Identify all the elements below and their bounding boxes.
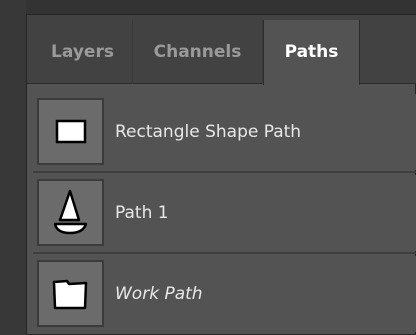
panel-tabbar: Layers Channels Paths	[27, 15, 416, 85]
row-divider	[33, 252, 416, 254]
path-row-work-path[interactable]: Work Path	[33, 256, 416, 332]
app-background: Layers Channels Paths Rectangle Shape Pa…	[0, 0, 416, 335]
path-label: Rectangle Shape Path	[115, 122, 302, 142]
paths-panel: Layers Channels Paths Rectangle Shape Pa…	[26, 14, 416, 335]
row-divider	[33, 171, 416, 173]
tab-paths[interactable]: Paths	[263, 20, 360, 85]
work-path-icon	[37, 260, 104, 327]
tab-channels[interactable]: Channels	[133, 20, 263, 84]
path-label: Path 1	[115, 203, 169, 223]
path-row-rectangle-shape[interactable]: Rectangle Shape Path	[33, 94, 416, 170]
rectangle-path-icon	[37, 98, 104, 165]
sailboat-path-icon	[37, 179, 104, 246]
left-strip	[0, 0, 26, 335]
path-label: Work Path	[115, 284, 203, 304]
tab-layers[interactable]: Layers	[33, 20, 133, 84]
path-row-path-1[interactable]: Path 1	[33, 175, 416, 251]
